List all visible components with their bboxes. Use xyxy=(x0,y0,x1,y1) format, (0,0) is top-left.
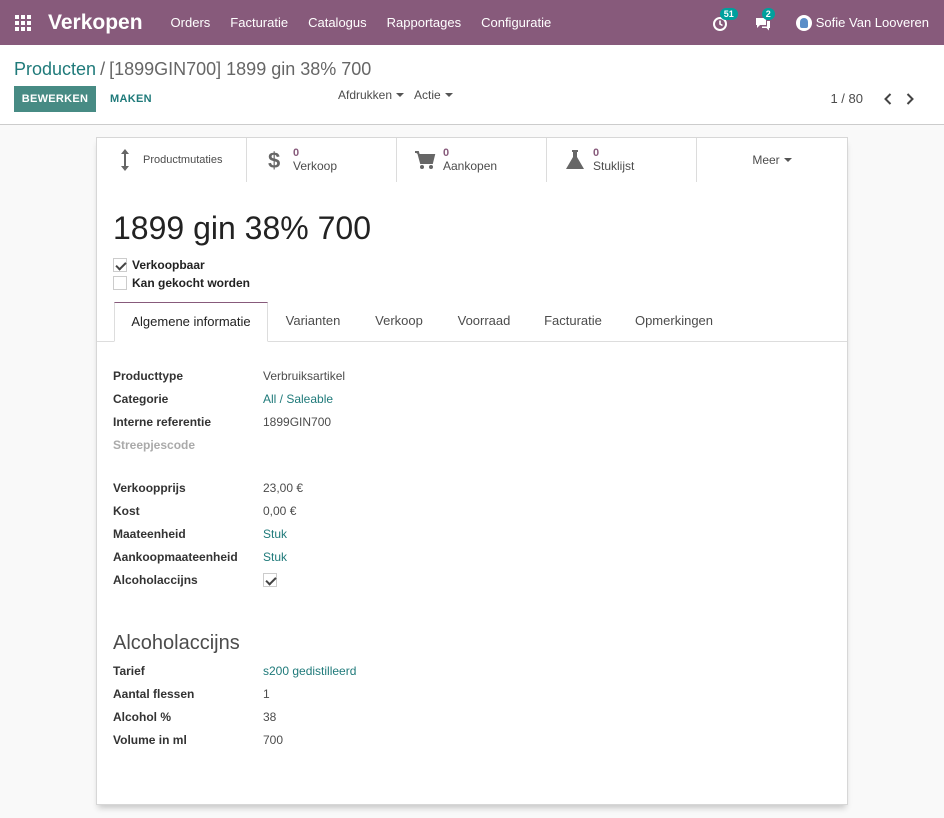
sales-button[interactable]: $ 0 Verkoop xyxy=(247,138,397,182)
action-dropdown[interactable]: Actie xyxy=(414,88,453,102)
sales-price-value: 23,00 € xyxy=(263,481,304,495)
more-label: Meer xyxy=(752,153,780,167)
category-link[interactable]: All / Saleable xyxy=(263,392,333,406)
product-name[interactable]: 1899 gin 38% 700 xyxy=(113,210,371,247)
excise-checkbox[interactable] xyxy=(263,573,277,587)
create-button[interactable]: MAKEN xyxy=(110,86,152,112)
form-sheet: Productmutaties $ 0 Verkoop 0 Aankopen 0… xyxy=(96,137,848,805)
tab-notes[interactable]: Opmerkingen xyxy=(627,302,721,342)
pager: 1 / 80 xyxy=(830,91,919,106)
can-be-purchased-label: Kan gekocht worden xyxy=(132,276,251,290)
sales-price-label: Verkoopprijs xyxy=(113,481,186,495)
notebook-tabs: Algemene informatie Varianten Verkoop Vo… xyxy=(97,302,847,342)
barcode-label: Streepjescode xyxy=(113,438,196,452)
category-label: Categorie xyxy=(113,392,169,406)
stock-moves-button[interactable]: Productmutaties xyxy=(97,138,247,182)
activity-count-badge: 51 xyxy=(719,7,738,20)
purchase-uom-link[interactable]: Stuk xyxy=(263,550,287,564)
bom-label: Stuklijst xyxy=(593,159,635,173)
messages-count-badge: 2 xyxy=(761,7,775,20)
internal-reference-value: 1899GIN700 xyxy=(263,415,332,429)
bottles-label: Aantal flessen xyxy=(113,687,195,701)
can-be-sold-label: Verkoopbaar xyxy=(132,258,205,272)
uom-label: Maateenheid xyxy=(113,527,186,541)
activity-clock-icon[interactable]: 51 xyxy=(712,7,738,34)
app-brand[interactable]: Verkopen xyxy=(48,11,143,35)
caret-down-icon xyxy=(444,93,453,97)
volume-label: Volume in ml xyxy=(113,733,187,747)
tab-invoicing[interactable]: Facturatie xyxy=(533,302,613,342)
breadcrumb-products-link[interactable]: Producten xyxy=(14,59,96,79)
pager-next-icon[interactable] xyxy=(901,92,919,106)
menu-configuration[interactable]: Configuratie xyxy=(481,15,551,30)
updown-arrows-icon xyxy=(107,148,143,172)
purchases-button[interactable]: 0 Aankopen xyxy=(397,138,547,182)
flask-icon xyxy=(557,149,593,171)
can-be-sold-row: Verkoopbaar xyxy=(113,258,205,272)
smart-buttons: Productmutaties $ 0 Verkoop 0 Aankopen 0… xyxy=(97,138,847,182)
tab-sales[interactable]: Verkoop xyxy=(365,302,433,342)
can-be-sold-checkbox[interactable] xyxy=(113,258,127,272)
tab-general-information[interactable]: Algemene informatie xyxy=(114,302,268,342)
internal-reference-label: Interne referentie xyxy=(113,415,212,429)
svg-text:$: $ xyxy=(268,148,280,172)
pager-previous-icon[interactable] xyxy=(879,92,897,106)
control-panel: Producten / [1899GIN700] 1899 gin 38% 700 … xyxy=(0,45,944,125)
tab-inventory[interactable]: Voorraad xyxy=(447,302,521,342)
tariff-link[interactable]: s200 gedistilleerd xyxy=(263,664,356,678)
uom-link[interactable]: Stuk xyxy=(263,527,287,541)
menu-invoicing[interactable]: Facturatie xyxy=(230,15,288,30)
print-dropdown-label: Afdrukken xyxy=(338,88,393,102)
sales-label: Verkoop xyxy=(293,159,338,173)
cost-label: Kost xyxy=(113,504,140,518)
purchase-uom-label: Aankoopmaateenheid xyxy=(113,550,238,564)
user-name: Sofie Van Looveren xyxy=(815,15,929,30)
user-menu[interactable]: Sofie Van Looveren xyxy=(795,14,929,31)
excise-section-title: Alcoholaccijns xyxy=(113,632,240,654)
caret-down-icon xyxy=(396,93,405,97)
caret-down-icon xyxy=(783,158,792,162)
shopping-cart-icon xyxy=(407,150,443,170)
excise-label: Alcoholaccijns xyxy=(113,573,198,587)
tariff-label: Tarief xyxy=(113,664,145,678)
breadcrumb-current: [1899GIN700] 1899 gin 38% 700 xyxy=(109,59,372,79)
stock-moves-label: Productmutaties xyxy=(143,154,223,166)
main-navbar: Verkopen Orders Facturatie Catalogus Rap… xyxy=(0,0,944,45)
messages-icon[interactable]: 2 xyxy=(754,7,776,34)
breadcrumb: Producten / [1899GIN700] 1899 gin 38% 700 xyxy=(14,59,371,80)
edit-button[interactable]: BEWERKEN xyxy=(14,86,96,112)
cost-value: 0,00 € xyxy=(263,504,297,518)
bottles-value: 1 xyxy=(263,687,270,701)
dollar-icon: $ xyxy=(257,148,293,172)
apps-menu-icon[interactable] xyxy=(13,13,33,33)
can-be-purchased-row: Kan gekocht worden xyxy=(113,276,250,290)
volume-value: 700 xyxy=(263,733,284,747)
print-dropdown[interactable]: Afdrukken xyxy=(338,88,405,102)
menu-reporting[interactable]: Rapportages xyxy=(387,15,461,30)
product-type-value: Verbruiksartikel xyxy=(263,369,346,383)
alcohol-value: 38 xyxy=(263,710,277,724)
menu-catalog[interactable]: Catalogus xyxy=(308,15,367,30)
bom-button[interactable]: 0 Stuklijst xyxy=(547,138,697,182)
avatar xyxy=(795,14,812,31)
can-be-purchased-checkbox[interactable] xyxy=(113,276,127,290)
tab-variants[interactable]: Varianten xyxy=(277,302,349,342)
pager-value[interactable]: 1 / 80 xyxy=(830,91,863,106)
purchases-label: Aankopen xyxy=(443,159,498,173)
menu-orders[interactable]: Orders xyxy=(171,15,211,30)
breadcrumb-separator: / xyxy=(100,59,106,79)
more-button[interactable]: Meer xyxy=(697,138,847,182)
action-dropdown-label: Actie xyxy=(414,88,441,102)
alcohol-label: Alcohol % xyxy=(113,710,172,724)
product-type-label: Producttype xyxy=(113,369,184,383)
